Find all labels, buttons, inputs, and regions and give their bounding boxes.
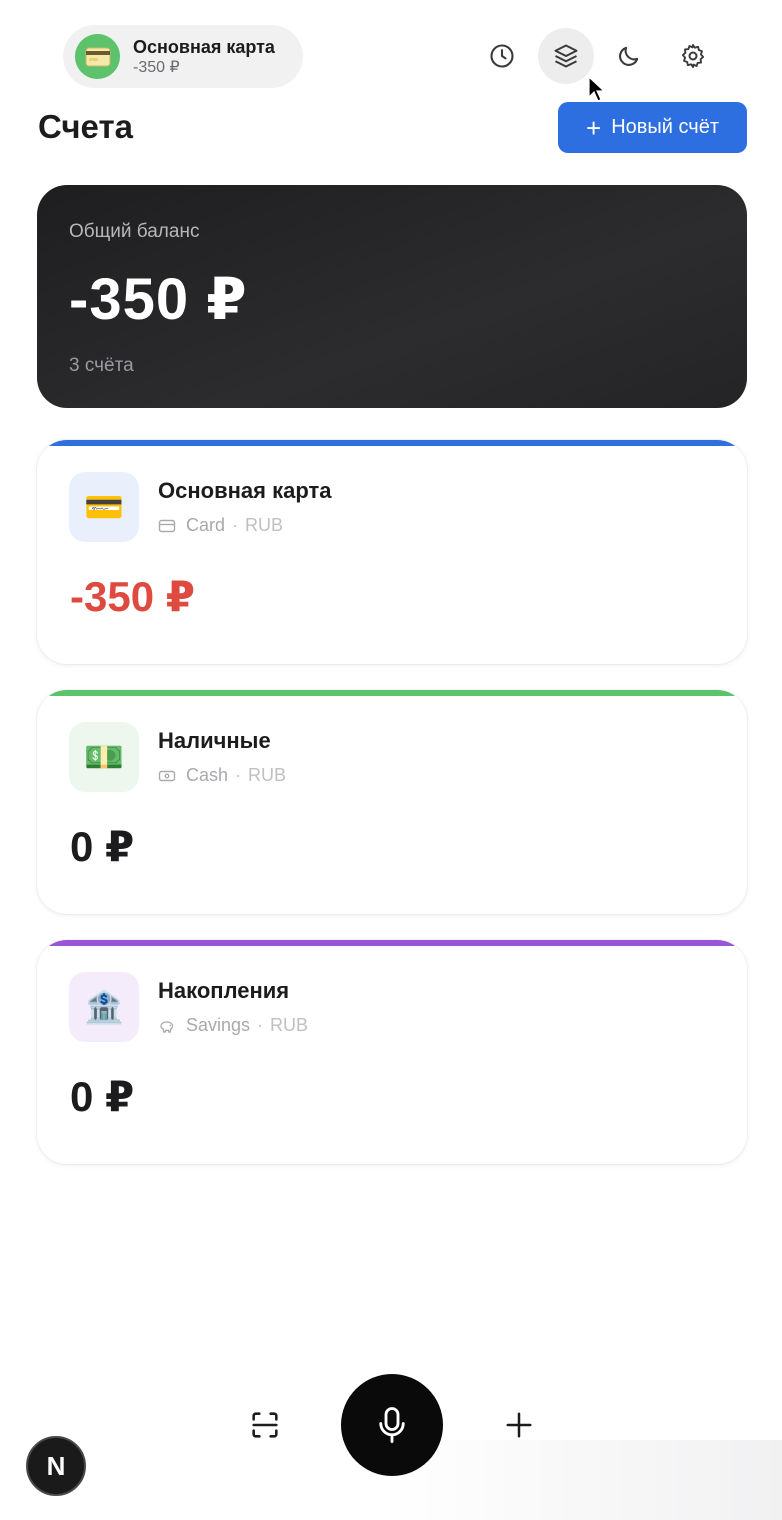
- current-account-pill[interactable]: Основная карта -350 ₽: [63, 25, 303, 88]
- account-meta: Card · RUB: [158, 515, 283, 536]
- account-currency: RUB: [270, 1015, 309, 1035]
- account-card-main[interactable]: 💳 Основная карта Card · RUB -350 ₽: [37, 440, 747, 664]
- meta-separator: ·: [257, 1015, 264, 1035]
- clock-icon: [490, 44, 514, 68]
- account-amount: 0 ₽: [70, 1073, 135, 1120]
- account-type: Cash: [186, 765, 229, 785]
- scan-button[interactable]: [240, 1400, 290, 1450]
- account-color-stripe: [37, 690, 747, 696]
- voice-input-button[interactable]: [341, 1374, 443, 1476]
- credit-card-icon: [75, 34, 120, 79]
- cash-type-icon: [158, 770, 176, 781]
- account-type: Savings: [186, 1015, 251, 1035]
- pill-account-name: Основная карта: [133, 36, 275, 57]
- new-account-label: Новый счёт: [611, 116, 719, 138]
- accounts-count: 3 счёта: [69, 355, 134, 376]
- page-title: Счета: [38, 108, 133, 145]
- history-button[interactable]: [474, 28, 530, 84]
- meta-separator: ·: [235, 765, 242, 785]
- account-card-savings[interactable]: 🏦 Накопления Savings · RUB 0 ₽: [37, 940, 747, 1164]
- dev-tools-badge[interactable]: N: [26, 1436, 86, 1496]
- account-card-cash[interactable]: 💵 Наличные Cash · RUB 0 ₽: [37, 690, 747, 914]
- account-meta: Cash · RUB: [158, 765, 286, 786]
- bottom-shadow: [380, 1440, 782, 1520]
- theme-toggle-button[interactable]: [601, 28, 657, 84]
- account-currency: RUB: [245, 515, 284, 535]
- account-name: Накопления: [158, 978, 290, 1003]
- plus-icon: +: [586, 112, 602, 143]
- settings-button[interactable]: [665, 28, 721, 84]
- plus-icon: [506, 1412, 532, 1438]
- banknote-icon: 💵: [69, 722, 139, 792]
- moon-icon: [619, 46, 639, 66]
- account-currency: RUB: [248, 765, 287, 785]
- pill-account-balance: -350 ₽: [133, 58, 180, 76]
- credit-card-icon: 💳: [69, 472, 139, 542]
- total-balance-label: Общий баланс: [69, 221, 200, 242]
- piggy-bank-icon: [160, 1020, 174, 1033]
- gear-icon: [681, 43, 705, 69]
- total-balance-card: Общий баланс -350 ₽ 3 счёта: [37, 185, 747, 408]
- bank-icon: 🏦: [69, 972, 139, 1042]
- scan-icon: [252, 1412, 278, 1438]
- add-transaction-button[interactable]: [494, 1400, 544, 1450]
- card-type-icon: [158, 519, 176, 532]
- total-balance-amount: -350 ₽: [69, 267, 248, 332]
- microphone-icon: [379, 1407, 405, 1443]
- layers-icon: [554, 44, 578, 68]
- mouse-cursor-icon: [588, 76, 606, 102]
- account-type: Card: [186, 515, 226, 535]
- account-color-stripe: [37, 940, 747, 946]
- account-amount: -350 ₽: [70, 573, 195, 620]
- account-name: Наличные: [158, 728, 271, 753]
- account-color-stripe: [37, 440, 747, 446]
- account-meta: Savings · RUB: [158, 1015, 308, 1036]
- accounts-button[interactable]: [538, 28, 594, 84]
- new-account-button[interactable]: + Новый счёт: [558, 102, 747, 153]
- meta-separator: ·: [232, 515, 239, 535]
- account-name: Основная карта: [158, 478, 332, 503]
- account-amount: 0 ₽: [70, 823, 135, 870]
